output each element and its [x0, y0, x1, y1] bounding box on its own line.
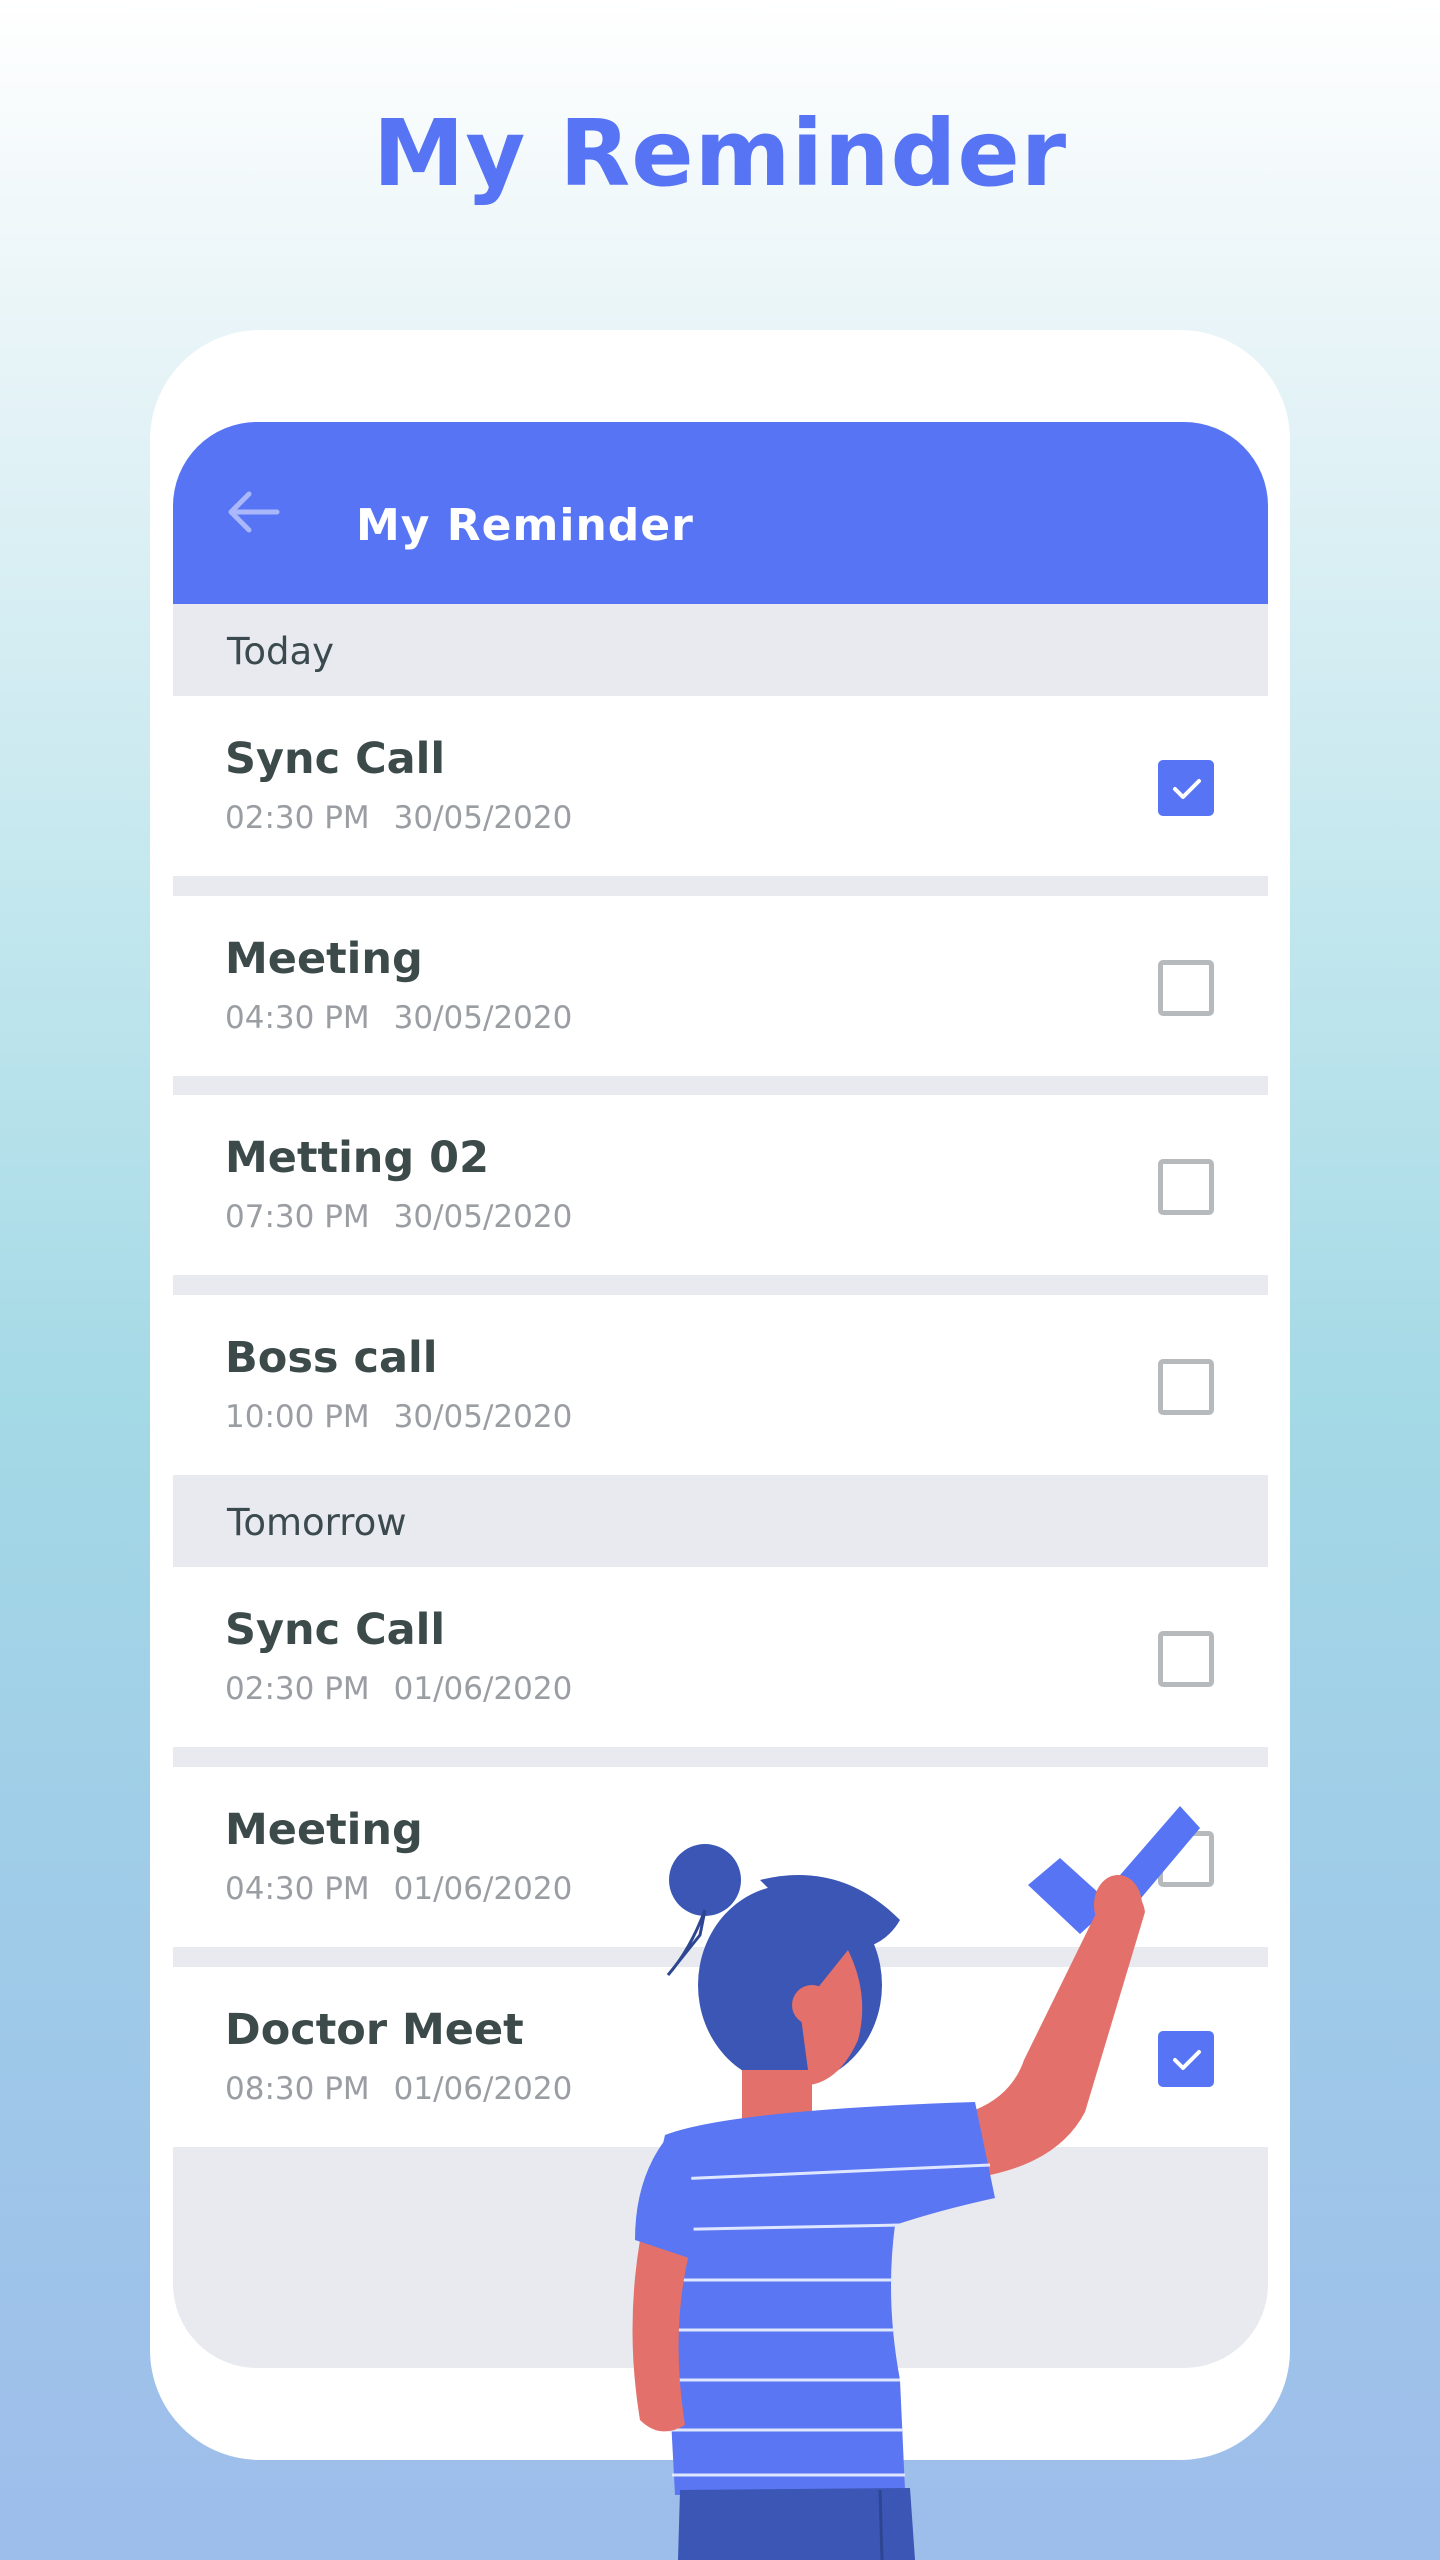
reminder-time: 04:30 PM: [225, 1000, 370, 1036]
app-screen: My Reminder Today Sync Call 02:30 PM 30/0…: [173, 422, 1268, 2368]
reminder-title: Metting 02: [225, 1133, 490, 1183]
list-item[interactable]: Sync Call 02:30 PM 30/05/2020: [173, 696, 1268, 876]
section-label: Tomorrow: [227, 1501, 407, 1544]
list-item[interactable]: Metting 02 07:30 PM 30/05/2020: [173, 1095, 1268, 1275]
reminder-time: 04:30 PM: [225, 1871, 370, 1907]
reminder-title: Sync Call: [225, 734, 446, 784]
reminder-meta: 04:30 PM 01/06/2020: [225, 1871, 572, 1907]
reminder-title: Boss call: [225, 1333, 438, 1383]
reminder-time: 07:30 PM: [225, 1199, 370, 1235]
reminder-title: Meeting: [225, 934, 423, 984]
reminder-checkbox[interactable]: [1158, 1159, 1214, 1215]
section-header-today: Today: [173, 604, 1268, 696]
section-label: Today: [227, 630, 335, 673]
arrow-left-icon: [228, 491, 280, 533]
reminder-checkbox[interactable]: [1158, 960, 1214, 1016]
promo-title: My Reminder: [372, 100, 1068, 207]
reminder-time: 08:30 PM: [225, 2071, 370, 2107]
reminder-checkbox[interactable]: [1158, 1831, 1214, 1887]
reminder-time: 02:30 PM: [225, 1671, 370, 1707]
app-bar-title: My Reminder: [356, 500, 694, 551]
reminder-meta: 08:30 PM 01/06/2020: [225, 2071, 572, 2107]
app-bar: My Reminder: [173, 422, 1268, 604]
section-header-tomorrow: Tomorrow: [173, 1475, 1268, 1567]
reminder-title: Doctor Meet: [225, 2005, 524, 2055]
list-item[interactable]: Boss call 10:00 PM 30/05/2020: [173, 1295, 1268, 1475]
reminder-time: 10:00 PM: [225, 1399, 370, 1435]
reminder-meta: 02:30 PM 01/06/2020: [225, 1671, 572, 1707]
reminder-date: 30/05/2020: [393, 1000, 573, 1036]
reminder-date: 30/05/2020: [393, 800, 573, 836]
reminder-meta: 07:30 PM 30/05/2020: [225, 1199, 572, 1235]
reminder-title: Meeting: [225, 1805, 423, 1855]
list-item[interactable]: Meeting 04:30 PM 30/05/2020: [173, 896, 1268, 1076]
reminder-date: 30/05/2020: [393, 1399, 573, 1435]
reminder-checkbox[interactable]: [1158, 1359, 1214, 1415]
check-icon: [1173, 2050, 1201, 2070]
reminder-title: Sync Call: [225, 1605, 446, 1655]
reminder-date: 01/06/2020: [393, 2071, 573, 2107]
reminder-meta: 10:00 PM 30/05/2020: [225, 1399, 572, 1435]
reminder-checkbox[interactable]: [1158, 1631, 1214, 1687]
phone-frame: My Reminder Today Sync Call 02:30 PM 30/0…: [150, 330, 1290, 2460]
reminder-meta: 04:30 PM 30/05/2020: [225, 1000, 572, 1036]
reminder-time: 02:30 PM: [225, 800, 370, 836]
reminder-date: 30/05/2020: [393, 1199, 573, 1235]
list-item[interactable]: Meeting 04:30 PM 01/06/2020: [173, 1767, 1268, 1947]
list-item[interactable]: Doctor Meet 08:30 PM 01/06/2020: [173, 1967, 1268, 2147]
check-icon: [1173, 779, 1201, 799]
back-button[interactable]: [221, 480, 285, 544]
reminder-checkbox[interactable]: [1158, 760, 1214, 816]
reminder-meta: 02:30 PM 30/05/2020: [225, 800, 572, 836]
reminder-checkbox[interactable]: [1158, 2031, 1214, 2087]
reminder-date: 01/06/2020: [393, 1871, 573, 1907]
reminder-date: 01/06/2020: [393, 1671, 573, 1707]
list-item[interactable]: Sync Call 02:30 PM 01/06/2020: [173, 1567, 1268, 1747]
